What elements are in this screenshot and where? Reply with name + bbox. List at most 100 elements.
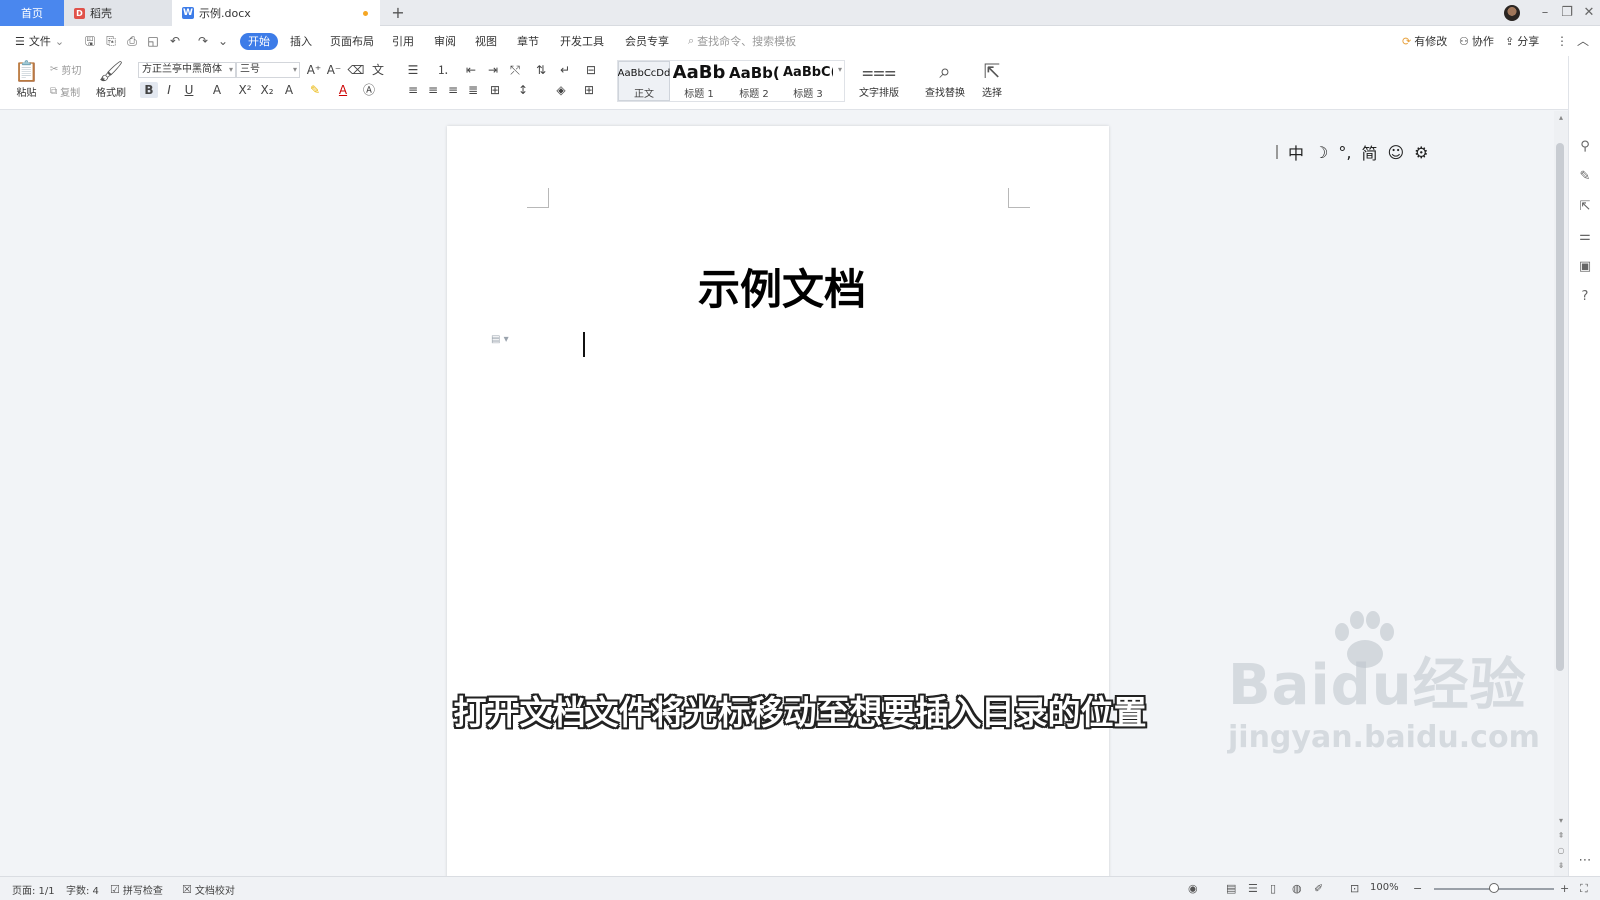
restore-button[interactable]: ❐ [1556,2,1578,24]
save-icon[interactable]: 🖫 [83,34,97,48]
underline-icon[interactable]: U [180,82,198,98]
menu-review[interactable]: 审阅 [434,33,456,50]
menu-references[interactable]: 引用 [392,33,414,50]
ime-lang-toggle[interactable]: 中 [1288,140,1304,164]
format-painter-button[interactable]: 🖌 格式刷 [96,58,126,99]
bullet-list-icon[interactable]: ☰ [404,62,422,78]
menu-insert[interactable]: 插入 [290,33,312,50]
tab-home[interactable]: 首页 [0,0,64,26]
vertical-scrollbar[interactable]: ▴ ▾ ⇞ ○ ⇟ [1554,111,1568,876]
font-color-icon[interactable]: A [334,82,352,98]
subscript-icon[interactable]: X₂ [258,82,276,98]
document-title[interactable]: 示例文档 [447,256,1109,317]
strikethrough-icon[interactable]: A [208,82,226,98]
style-heading-3[interactable]: AaBbC( 标题 3 [782,61,834,101]
edit-icon[interactable]: ✎ [1576,168,1594,186]
menu-page-layout[interactable]: 页面布局 [330,33,374,50]
numbered-list-icon[interactable]: ⒈ [434,62,452,78]
moon-icon[interactable]: ☽ [1314,143,1328,162]
collab-button[interactable]: ⚇ 协作 [1459,33,1494,50]
menu-view[interactable]: 视图 [475,33,497,50]
zoom-out-icon[interactable]: − [1413,882,1422,895]
gear-icon[interactable]: ⚙ [1414,143,1428,162]
proofread-button[interactable]: ☒ 文档校对 [182,882,235,897]
align-left-icon[interactable]: ≡ [404,82,422,98]
menu-developer[interactable]: 开发工具 [560,33,604,50]
borders-icon[interactable]: ⊞ [580,82,598,98]
tab-document[interactable]: W 示例.docx [172,0,380,26]
select-button[interactable]: ⇱ 选择 [982,58,1002,99]
scroll-down-icon[interactable]: ▾ [1556,816,1566,825]
text-effect-icon[interactable]: A [280,82,298,98]
scroll-up-icon[interactable]: ▴ [1556,113,1566,122]
shading-icon[interactable]: ◈ [552,82,570,98]
pin-icon[interactable]: ⚲ [1576,138,1594,156]
zoom-in-icon[interactable]: + [1560,882,1569,895]
next-page-icon[interactable]: ⇟ [1556,861,1566,870]
chinese-layout-icon[interactable]: ⤲ [506,62,524,78]
clear-format-icon[interactable]: ⌫ [347,62,365,78]
justify-icon[interactable]: ≣ [464,82,482,98]
pointer-icon[interactable]: ⇱ [1576,198,1594,216]
style-heading-1[interactable]: AaBb 标题 1 [672,61,726,101]
document-page[interactable]: 示例文档 ▤ ▾ [447,126,1109,876]
italic-icon[interactable]: I [160,82,178,98]
paste-button[interactable]: 📋 粘贴 [14,58,39,99]
phonetic-icon[interactable]: 文 [369,62,387,78]
outline-view-icon[interactable]: ☰ [1248,882,1258,895]
line-spacing-icon[interactable]: ↕ [514,82,532,98]
copy-button[interactable]: ⧉ 复制 [50,84,80,99]
fullscreen-icon[interactable]: ⛶ [1580,882,1588,896]
char-border-icon[interactable]: Ⓐ [360,82,378,98]
ime-drag-handle[interactable] [1276,145,1278,159]
paragraph-handle-icon[interactable]: ▤ ▾ [491,334,509,345]
menu-member[interactable]: 会员专享 [625,33,669,50]
export-icon[interactable]: ⎘ [104,34,118,48]
more-dots-icon[interactable]: ⋯ [1576,852,1594,870]
undo-icon[interactable]: ↶ [168,34,182,48]
select-browse-icon[interactable]: ○ [1556,846,1566,855]
style-heading-2[interactable]: AaBb( 标题 2 [728,61,780,101]
decrease-indent-icon[interactable]: ⇤ [462,62,480,78]
zoom-level[interactable]: 100% [1370,882,1399,893]
word-count[interactable]: 字数: 4 [66,882,99,897]
font-name-select[interactable]: 方正兰亭中黑简体 ▾ [138,62,236,78]
spell-check-button[interactable]: ☑ 拼写检查 [110,882,163,897]
avatar[interactable] [1504,5,1520,21]
tab-stops-icon[interactable]: ⊟ [582,62,600,78]
menu-chapter[interactable]: 章节 [517,33,539,50]
print-icon[interactable]: ⎙ [125,34,139,48]
style-normal[interactable]: AaBbCcDd 正文 [618,61,670,101]
page-count[interactable]: 页面: 1/1 [12,882,55,897]
customize-icon[interactable]: ⌄ [216,34,230,48]
sort-icon[interactable]: ⇅ [532,62,550,78]
text-layout-button[interactable]: ⩶ 文字排版 [859,58,899,99]
show-marks-icon[interactable]: ↵ [556,62,574,78]
new-tab-button[interactable]: + [388,3,408,23]
font-size-select[interactable]: 三号 ▾ [236,62,300,78]
highlight-icon[interactable]: ✎ [306,82,324,98]
prev-page-icon[interactable]: ⇞ [1556,831,1566,840]
zoom-slider-knob[interactable] [1489,883,1499,893]
tab-daoke[interactable]: D 稻壳 [64,0,172,26]
increase-indent-icon[interactable]: ⇥ [484,62,502,78]
ime-width-toggle[interactable]: 简 [1361,140,1377,164]
emoji-icon[interactable]: ☺ [1387,143,1404,162]
page-view-icon[interactable]: ▤ [1226,882,1236,895]
print-preview-icon[interactable]: ◱ [146,34,160,48]
archive-icon[interactable]: ▣ [1576,258,1594,276]
more-icon[interactable]: ⋮ [1555,34,1569,48]
punctuation-icon[interactable]: °, [1338,143,1351,162]
cut-button[interactable]: ✂ 剪切 [50,62,81,77]
close-button[interactable]: ✕ [1578,2,1600,24]
align-center-icon[interactable]: ≡ [424,82,442,98]
menu-home[interactable]: 开始 [240,33,278,50]
reading-view-icon[interactable]: ▯ [1270,882,1276,895]
web-view-icon[interactable]: ◍ [1292,882,1302,895]
file-menu[interactable]: ☰ 文件 ⌄ [15,33,64,50]
fit-page-icon[interactable]: ⊡ [1350,882,1359,895]
sliders-icon[interactable]: ⚌ [1576,228,1594,246]
minimize-button[interactable]: – [1534,2,1556,24]
eye-protection-icon[interactable]: ◉ [1188,882,1198,895]
grow-font-icon[interactable]: A⁺ [305,62,323,78]
